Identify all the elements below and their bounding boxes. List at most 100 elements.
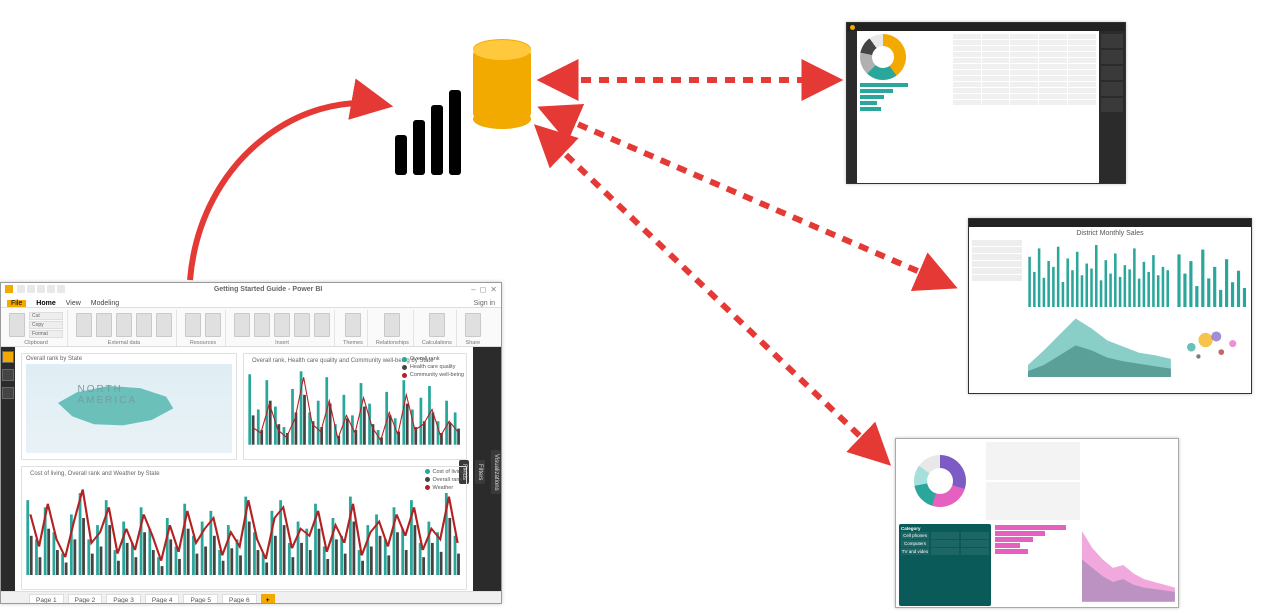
new-measure-button[interactable] <box>429 313 445 337</box>
map-body: NORTH AMERICA <box>26 364 232 453</box>
paste-button[interactable] <box>9 313 25 337</box>
model-view-icon[interactable] <box>2 387 14 399</box>
shapes-button[interactable] <box>314 313 330 337</box>
dashboard-thumb-1 <box>846 22 1126 184</box>
get-data-button[interactable] <box>76 313 92 337</box>
sign-in-link[interactable]: Sign in <box>474 300 495 307</box>
data-view-icon[interactable] <box>2 369 14 381</box>
chart-body <box>26 477 462 575</box>
column-chart-right <box>1177 240 1248 307</box>
data-table <box>953 34 1096 180</box>
add-page-button[interactable]: + <box>261 594 275 604</box>
filters-pane[interactable]: Filters <box>475 460 485 484</box>
ribbon-group-label: Share <box>466 340 481 346</box>
page-tab[interactable]: Page 6 <box>222 594 257 604</box>
area-chart <box>1028 310 1171 377</box>
close-icon[interactable]: ✕ <box>490 285 497 294</box>
maximize-icon[interactable]: ◻ <box>480 285 487 294</box>
dashboard-title: District Monthly Sales <box>972 230 1248 237</box>
ribbon-group-share: Share <box>461 310 485 346</box>
ribbon-group-insert: Insert <box>230 310 335 346</box>
powerbi-logo-bars <box>395 90 461 175</box>
thumb-canvas: District Monthly Sales <box>969 227 1251 393</box>
ribbon-tabs[interactable]: File Home View Modeling Sign in <box>1 295 501 308</box>
page-tabs[interactable]: Page 1 Page 2 Page 3 Page 4 Page 5 Page … <box>1 591 501 604</box>
ribbon-group-themes: Themes <box>339 310 368 346</box>
thumb-canvas: Category Cell phones Computers TV and vi… <box>896 439 1178 607</box>
titlebar: Getting Started Guide - Power BI – ◻ ✕ <box>1 283 501 295</box>
minimize-icon[interactable]: – <box>471 285 475 294</box>
dashboard-thumb-2: District Monthly Sales <box>968 218 1252 394</box>
file-tab[interactable]: File <box>7 300 26 307</box>
switch-theme-button[interactable] <box>345 313 361 337</box>
window-title: Getting Started Guide - Power BI <box>69 286 467 293</box>
bubble-chart <box>1177 310 1248 377</box>
textbox-button[interactable] <box>274 313 290 337</box>
ribbon-group-relationships: Relationships <box>372 310 414 346</box>
ribbon-group-resources: Resources <box>181 310 226 346</box>
thumb-titlebar <box>969 219 1251 227</box>
map-visual[interactable]: Overall rank by State NORTH AMERICA <box>21 353 237 460</box>
donut-chart <box>860 34 906 80</box>
image-button[interactable] <box>294 313 310 337</box>
chart-body <box>248 364 462 445</box>
page-tab[interactable]: Page 2 <box>68 594 103 604</box>
dashboard-thumb-3: Category Cell phones Computers TV and vi… <box>895 438 1179 608</box>
recent-sources-button[interactable] <box>96 313 112 337</box>
ribbon[interactable]: Cut Copy Format Painter Clipboard Extern… <box>1 308 501 347</box>
ribbon-tab-view[interactable]: View <box>66 300 81 307</box>
ribbon-group-external-data: External data <box>72 310 177 346</box>
manage-relationships-button[interactable] <box>384 313 400 337</box>
app-icon <box>5 285 13 293</box>
ribbon-group-label: Resources <box>190 340 216 346</box>
ribbon-group-label: Insert <box>275 340 289 346</box>
publish-button[interactable] <box>465 313 481 337</box>
visualizations-pane[interactable]: Visualizations <box>491 450 501 495</box>
edit-queries-button[interactable] <box>136 313 152 337</box>
new-page-button[interactable] <box>234 313 250 337</box>
page-tab[interactable]: Page 5 <box>183 594 218 604</box>
copy-button[interactable]: Copy <box>29 321 63 329</box>
small-tables <box>986 442 1080 520</box>
thumb-right-rail <box>1099 31 1125 183</box>
powerbi-desktop-window: Getting Started Guide - Power BI – ◻ ✕ F… <box>0 282 502 604</box>
page-tab[interactable]: Page 1 <box>29 594 64 604</box>
ribbon-tab-modeling[interactable]: Modeling <box>91 300 119 307</box>
donut-chart <box>914 455 966 507</box>
visual-title: Overall rank by State <box>22 354 236 362</box>
thumb-left-rail <box>847 31 857 183</box>
cut-button[interactable]: Cut <box>29 312 63 320</box>
format-painter-button[interactable]: Format Painter <box>29 330 63 338</box>
report-canvas[interactable]: Overall rank by State NORTH AMERICA Over… <box>15 347 473 591</box>
app-icon <box>850 25 855 30</box>
report-view-icon[interactable] <box>2 351 14 363</box>
ribbon-group-label: Relationships <box>376 340 409 346</box>
thumb-titlebar <box>847 23 1125 31</box>
enter-data-button[interactable] <box>116 313 132 337</box>
barline-top-visual[interactable]: Overall rank, Health care quality and Co… <box>243 353 467 460</box>
ribbon-tab-home[interactable]: Home <box>36 300 55 307</box>
kpi-card: Category Cell phones Computers TV and vi… <box>899 524 991 606</box>
page-tab[interactable]: Page 4 <box>145 594 180 604</box>
ribbon-group-label: External data <box>108 340 140 346</box>
view-rail[interactable] <box>1 347 15 591</box>
refresh-button[interactable] <box>156 313 172 337</box>
window-controls[interactable]: – ◻ ✕ <box>471 285 497 294</box>
solution-templates-button[interactable] <box>185 313 201 337</box>
partner-showcase-button[interactable] <box>205 313 221 337</box>
new-visual-button[interactable] <box>254 313 270 337</box>
barline-bottom-visual[interactable]: Cost of living, Overall rank and Weather… <box>21 466 467 590</box>
thumb-canvas <box>857 31 1099 183</box>
visual-title: Cost of living, Overall rank and Weather… <box>26 469 462 477</box>
slicer-panel <box>972 240 1022 307</box>
ribbon-group-label: Clipboard <box>24 340 48 346</box>
kpi-header: Category <box>901 526 989 531</box>
hbar-chart <box>995 524 1078 602</box>
map-label: NORTH AMERICA <box>78 384 181 406</box>
ribbon-group-label: Themes <box>343 340 363 346</box>
page-tab[interactable]: Page 3 <box>106 594 141 604</box>
quick-access-toolbar[interactable] <box>17 285 65 293</box>
right-panes[interactable]: Visualizations Filters Fields <box>473 347 501 591</box>
ribbon-group-label: Calculations <box>422 340 452 346</box>
powerbi-logo <box>395 55 525 175</box>
